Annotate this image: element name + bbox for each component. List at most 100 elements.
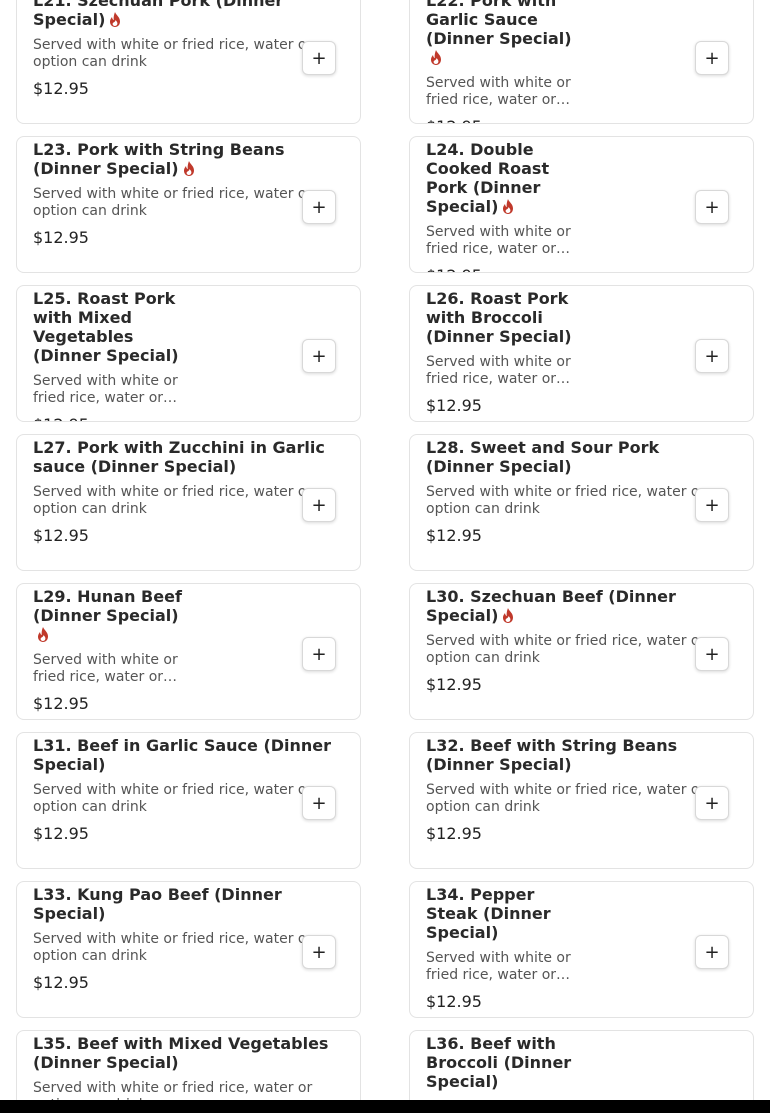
menu-item-description: Served with white or fried rice, water o… bbox=[33, 652, 178, 685]
menu-item-price: $12.95 bbox=[426, 992, 482, 1011]
add-to-cart-button[interactable]: + bbox=[302, 786, 336, 820]
menu-item-price: $12.95 bbox=[33, 973, 89, 992]
menu-item-title: L34. Pepper Steak (Dinner Special) bbox=[426, 885, 576, 942]
menu-item-price: $12.95 bbox=[33, 79, 89, 98]
menu-item-price: $12.95 bbox=[426, 526, 482, 545]
menu-item-title-text: L30. Szechuan Beef (Dinner Special) bbox=[426, 587, 676, 625]
menu-item-title: L21. Szechuan Pork (Dinner Special) bbox=[33, 0, 333, 29]
menu-item-description: Served with white or fried rice, water o… bbox=[33, 186, 313, 219]
add-to-cart-button[interactable]: + bbox=[695, 488, 729, 522]
menu-item-content: L24. Double Cooked Roast Pork (Dinner Sp… bbox=[426, 140, 737, 272]
add-to-cart-button[interactable]: + bbox=[302, 935, 336, 969]
menu-item-title-text: L36. Beef with Broccoli (Dinner Special) bbox=[426, 1034, 572, 1091]
menu-item-title: L23. Pork with String Beans (Dinner Spec… bbox=[33, 140, 333, 178]
menu-item-description: Served with white or fried rice, water o… bbox=[426, 782, 706, 815]
menu-item-card[interactable]: L27. Pork with Zucchini in Garlic sauce … bbox=[16, 434, 361, 571]
menu-item-title: L28. Sweet and Sour Pork (Dinner Special… bbox=[426, 438, 726, 476]
menu-item-price: $12.95 bbox=[33, 228, 89, 247]
menu-item-price: $12.95 bbox=[33, 526, 89, 545]
menu-item-title: L33. Kung Pao Beef (Dinner Special) bbox=[33, 885, 333, 923]
add-to-cart-button[interactable]: + bbox=[695, 637, 729, 671]
menu-item-title: L30. Szechuan Beef (Dinner Special) bbox=[426, 587, 726, 625]
menu-item-content: L22. Pork with Garlic Sauce (Dinner Spec… bbox=[426, 0, 737, 123]
menu-item-content: L21. Szechuan Pork (Dinner Special) Serve… bbox=[33, 0, 344, 123]
menu-item-title: L36. Beef with Broccoli (Dinner Special) bbox=[426, 1034, 576, 1091]
menu-item-content: L26. Roast Pork with Broccoli (Dinner Sp… bbox=[426, 289, 737, 421]
spicy-flame-icon bbox=[183, 161, 194, 176]
menu-item-content: L23. Pork with String Beans (Dinner Spec… bbox=[33, 140, 344, 272]
menu-item-description: Served with white or fried rice, water o… bbox=[33, 373, 178, 406]
menu-item-title-text: L32. Beef with String Beans (Dinner Spec… bbox=[426, 736, 678, 774]
menu-item-card[interactable]: L21. Szechuan Pork (Dinner Special) Serve… bbox=[16, 0, 361, 124]
menu-item-card[interactable]: L22. Pork with Garlic Sauce (Dinner Spec… bbox=[409, 0, 754, 124]
menu-item-title: L32. Beef with String Beans (Dinner Spec… bbox=[426, 736, 726, 774]
menu-item-title-text: L29. Hunan Beef (Dinner Special) bbox=[33, 587, 182, 625]
menu-item-card[interactable]: L23. Pork with String Beans (Dinner Spec… bbox=[16, 136, 361, 273]
menu-item-content: L34. Pepper Steak (Dinner Special) Served… bbox=[426, 885, 737, 1017]
menu-item-price: $12.95 bbox=[33, 694, 89, 713]
add-to-cart-button[interactable]: + bbox=[302, 488, 336, 522]
menu-item-content: L29. Hunan Beef (Dinner Special) Served w… bbox=[33, 587, 344, 719]
menu-item-price: $12.95 bbox=[426, 266, 737, 272]
menu-item-price: $12.95 bbox=[426, 117, 737, 123]
spicy-flame-icon bbox=[38, 627, 48, 642]
menu-item-title-text: L25. Roast Pork with Mixed Vegetables (D… bbox=[33, 289, 179, 365]
add-to-cart-button[interactable]: + bbox=[302, 190, 336, 224]
menu-item-description: Served with white or fried rice, water o… bbox=[426, 633, 706, 666]
menu-item-card[interactable]: L26. Roast Pork with Broccoli (Dinner Sp… bbox=[409, 285, 754, 422]
add-to-cart-button[interactable]: + bbox=[302, 637, 336, 671]
menu-item-description: Served with white or fried rice, water o… bbox=[426, 950, 571, 983]
menu-item-card[interactable]: L33. Kung Pao Beef (Dinner Special) Serve… bbox=[16, 881, 361, 1018]
menu-item-title: L22. Pork with Garlic Sauce (Dinner Spec… bbox=[426, 0, 576, 67]
menu-item-title-text: L26. Roast Pork with Broccoli (Dinner Sp… bbox=[426, 289, 572, 346]
menu-item-title: L31. Beef in Garlic Sauce (Dinner Specia… bbox=[33, 736, 333, 774]
menu-item-content: L30. Szechuan Beef (Dinner Special) Serve… bbox=[426, 587, 737, 719]
spicy-flame-icon bbox=[431, 50, 441, 65]
menu-item-card[interactable]: L24. Double Cooked Roast Pork (Dinner Sp… bbox=[409, 136, 754, 273]
menu-item-card[interactable]: L28. Sweet and Sour Pork (Dinner Special… bbox=[409, 434, 754, 571]
menu-item-price: $12.95 bbox=[426, 675, 482, 694]
menu-item-description: Served with white or fried rice, water o… bbox=[426, 484, 706, 517]
menu-item-description: Served with white or fried rice, water o… bbox=[426, 224, 571, 257]
spicy-flame-icon bbox=[110, 12, 121, 27]
add-to-cart-button[interactable]: + bbox=[695, 190, 729, 224]
menu-item-price: $12.95 bbox=[426, 396, 482, 415]
menu-item-card[interactable]: L34. Pepper Steak (Dinner Special) Served… bbox=[409, 881, 754, 1018]
menu-item-card[interactable]: L31. Beef in Garlic Sauce (Dinner Specia… bbox=[16, 732, 361, 869]
spicy-flame-icon bbox=[503, 199, 514, 214]
menu-item-title: L29. Hunan Beef (Dinner Special) bbox=[33, 587, 183, 644]
menu-item-content: L31. Beef in Garlic Sauce (Dinner Specia… bbox=[33, 736, 344, 868]
add-to-cart-button[interactable]: + bbox=[695, 935, 729, 969]
menu-item-title: L24. Double Cooked Roast Pork (Dinner Sp… bbox=[426, 140, 576, 216]
menu-item-price: $12.95 bbox=[33, 824, 89, 843]
menu-item-description: Served with white or fried rice, water o… bbox=[33, 484, 313, 517]
menu-item-card[interactable]: L25. Roast Pork with Mixed Vegetables (D… bbox=[16, 285, 361, 422]
menu-item-description: Served with white or fried rice, water o… bbox=[33, 931, 313, 964]
menu-item-card[interactable]: L29. Hunan Beef (Dinner Special) Served w… bbox=[16, 583, 361, 720]
add-to-cart-button[interactable]: + bbox=[302, 41, 336, 75]
menu-item-title-text: L24. Double Cooked Roast Pork (Dinner Sp… bbox=[426, 140, 550, 216]
menu-item-title: L26. Roast Pork with Broccoli (Dinner Sp… bbox=[426, 289, 576, 346]
add-to-cart-button[interactable]: + bbox=[302, 339, 336, 373]
menu-item-title-text: L28. Sweet and Sour Pork (Dinner Special… bbox=[426, 438, 660, 476]
add-to-cart-button[interactable]: + bbox=[695, 41, 729, 75]
menu-item-title-text: L31. Beef in Garlic Sauce (Dinner Specia… bbox=[33, 736, 332, 774]
menu-item-price: $12.95 bbox=[426, 824, 482, 843]
menu-item-content: L33. Kung Pao Beef (Dinner Special) Serve… bbox=[33, 885, 344, 1017]
menu-item-content: L25. Roast Pork with Mixed Vegetables (D… bbox=[33, 289, 344, 421]
spicy-flame-icon bbox=[503, 608, 514, 623]
menu-item-card[interactable]: L32. Beef with String Beans (Dinner Spec… bbox=[409, 732, 754, 869]
menu-item-description: Served with white or fried rice, water o… bbox=[33, 37, 313, 70]
menu-item-description: Served with white or fried rice, water o… bbox=[426, 354, 571, 387]
add-to-cart-button[interactable]: + bbox=[695, 786, 729, 820]
menu-item-description: Served with white or fried rice, water o… bbox=[426, 75, 571, 108]
bottom-bar bbox=[0, 1100, 770, 1113]
add-to-cart-button[interactable]: + bbox=[695, 339, 729, 373]
menu-item-title-text: L23. Pork with String Beans (Dinner Spec… bbox=[33, 140, 285, 178]
menu-item-title: L25. Roast Pork with Mixed Vegetables (D… bbox=[33, 289, 183, 365]
menu-item-title: L35. Beef with Mixed Vegetables (Dinner … bbox=[33, 1034, 333, 1072]
menu-item-price: $12.95 bbox=[33, 415, 344, 421]
menu-item-title-text: L22. Pork with Garlic Sauce (Dinner Spec… bbox=[426, 0, 572, 48]
menu-item-card[interactable]: L30. Szechuan Beef (Dinner Special) Serve… bbox=[409, 583, 754, 720]
menu-item-title-text: L21. Szechuan Pork (Dinner Special) bbox=[33, 0, 284, 29]
